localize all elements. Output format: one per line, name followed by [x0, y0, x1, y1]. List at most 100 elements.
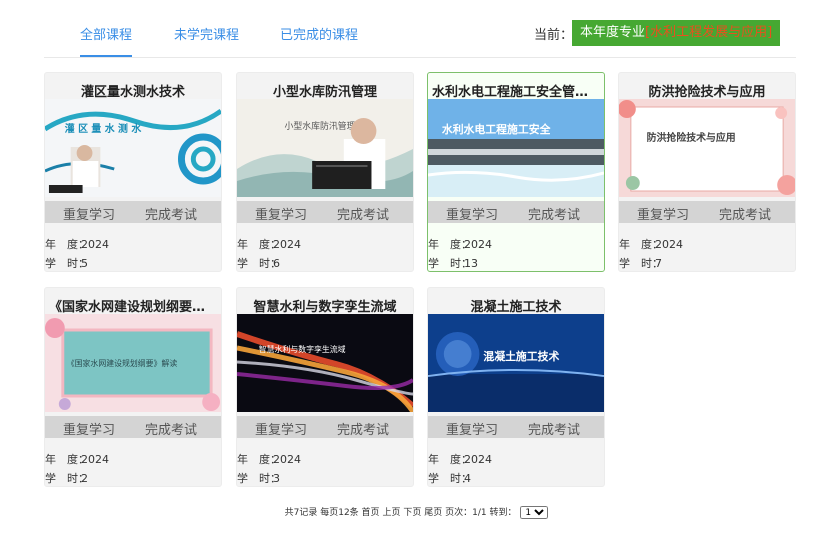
- card-actions: 重复学习 完成考试: [428, 416, 604, 438]
- course-card[interactable]: 智慧水利与数字孪生流域 智慧水利与数字孪生流域 重复学习 完成考试 年 度：20…: [236, 287, 414, 487]
- course-year: 年 度：2024: [45, 451, 109, 467]
- review-button[interactable]: 重复学习: [63, 204, 115, 223]
- course-hours: 学 时：13: [428, 255, 478, 271]
- current-specialty-badge[interactable]: 本年度专业[水利工程发展与应用]: [572, 20, 781, 46]
- card-actions: 重复学习 完成考试: [45, 416, 221, 438]
- course-thumbnail[interactable]: 灌 区 量 水 测 水: [45, 99, 221, 197]
- year-value: 2024: [81, 238, 109, 251]
- card-actions: 重复学习 完成考试: [619, 201, 795, 223]
- course-title: 水利水电工程施工安全管理...: [432, 85, 603, 100]
- hours-value: 5: [81, 257, 88, 270]
- thumbnail-caption: 灌 区 量 水 测 水: [65, 122, 143, 135]
- hours-key: 学 时：: [45, 472, 89, 485]
- course-filter-bar: 全部课程 未学完课程 已完成的课程 当前： 本年度专业[水利工程发展与应用]: [44, 14, 796, 58]
- page-info: 页次：1/1: [445, 508, 487, 518]
- hours-key: 学 时：: [45, 257, 89, 270]
- next-page-link[interactable]: 下页: [403, 508, 421, 518]
- course-hours: 学 时：5: [45, 255, 89, 271]
- first-page-link[interactable]: 首页: [362, 508, 380, 518]
- prev-page-link[interactable]: 上页: [382, 508, 400, 518]
- course-card[interactable]: 小型水库防汛管理 小型水库防汛管理 重复学习 完成考试 年 度：2024 学 时…: [236, 72, 414, 272]
- course-title: 智慧水利与数字孪生流域: [253, 300, 397, 315]
- course-hours: 学 时：6: [237, 255, 281, 271]
- course-card[interactable]: 《国家水网建设规划纲要》... 《国家水网建设规划纲要》解读 重复学习 完成考试…: [44, 287, 222, 487]
- card-actions: 重复学习 完成考试: [237, 201, 413, 223]
- hours-key: 学 时：: [428, 472, 472, 485]
- course-year: 年 度：2024: [619, 236, 683, 252]
- course-year: 年 度：2024: [428, 451, 492, 467]
- card-actions: 重复学习 完成考试: [237, 416, 413, 438]
- current-badge-highlight: [水利工程发展与应用]: [645, 25, 773, 40]
- current-label: 当前：: [534, 28, 574, 43]
- active-tab-indicator: [80, 55, 132, 57]
- course-year: 年 度：2024: [45, 236, 109, 252]
- jump-label: 转到：: [489, 508, 517, 518]
- course-thumbnail[interactable]: 防洪抢险技术与应用: [619, 99, 795, 197]
- course-card[interactable]: 防洪抢险技术与应用 防洪抢险技术与应用 重复学习 完成考试 年 度：2024 学…: [618, 72, 796, 272]
- hours-value: 7: [655, 257, 662, 270]
- card-actions: 重复学习 完成考试: [45, 201, 221, 223]
- year-value: 2024: [464, 238, 492, 251]
- hours-value: 13: [464, 257, 478, 270]
- review-button[interactable]: 重复学习: [446, 204, 498, 223]
- hours-key: 学 时：: [237, 472, 281, 485]
- exam-button[interactable]: 完成考试: [337, 204, 389, 223]
- hours-value: 2: [81, 472, 88, 485]
- hours-value: 6: [273, 257, 280, 270]
- exam-button[interactable]: 完成考试: [528, 204, 580, 223]
- course-title: 防洪抢险技术与应用: [648, 85, 766, 100]
- year-value: 2024: [655, 238, 683, 251]
- course-year: 年 度：2024: [237, 451, 301, 467]
- review-button[interactable]: 重复学习: [446, 419, 498, 438]
- course-thumbnail[interactable]: 水利水电工程施工安全: [428, 99, 604, 197]
- course-thumbnail[interactable]: 智慧水利与数字孪生流域: [237, 314, 413, 412]
- year-key: 年 度：: [428, 238, 472, 251]
- course-year: 年 度：2024: [237, 236, 301, 252]
- hours-key: 学 时：: [428, 257, 472, 270]
- course-title: 小型水库防汛管理: [272, 85, 377, 100]
- course-hours: 学 时：4: [428, 470, 472, 486]
- pagination-summary: 共7记录 每页12条: [284, 508, 359, 518]
- course-thumbnail[interactable]: 《国家水网建设规划纲要》解读: [45, 314, 221, 412]
- year-value: 2024: [464, 453, 492, 466]
- course-card-selected[interactable]: 水利水电工程施工安全管理... 水利水电工程施工安全 重复学习 完成考试 年 度…: [427, 72, 605, 272]
- tab-all-courses[interactable]: 全部课程: [80, 24, 132, 43]
- course-card[interactable]: 灌区量水测水技术 灌 区 量 水 测 水 重复学习 完成考试 年 度：2024 …: [44, 72, 222, 272]
- course-title: 混凝土施工技术: [470, 300, 562, 315]
- tab-completed-courses[interactable]: 已完成的课程: [280, 24, 358, 43]
- exam-button[interactable]: 完成考试: [337, 419, 389, 438]
- course-card[interactable]: 混凝土施工技术 混凝土施工技术 重复学习 完成考试 年 度：2024 学 时：4: [427, 287, 605, 487]
- thumbnail-caption: 智慧水利与数字孪生流域: [259, 344, 346, 354]
- page-jump-select[interactable]: 1: [520, 506, 549, 519]
- year-key: 年 度：: [237, 453, 281, 466]
- course-thumbnail[interactable]: 混凝土施工技术: [428, 314, 604, 412]
- course-thumbnail[interactable]: 小型水库防汛管理: [237, 99, 413, 197]
- thumbnail-caption: 《国家水网建设规划纲要》解读: [67, 358, 178, 368]
- tab-unfinished-courses[interactable]: 未学完课程: [174, 24, 239, 43]
- year-key: 年 度：: [45, 453, 89, 466]
- year-key: 年 度：: [237, 238, 281, 251]
- review-button[interactable]: 重复学习: [63, 419, 115, 438]
- hours-value: 3: [273, 472, 280, 485]
- thumbnail-caption: 小型水库防汛管理: [284, 120, 355, 132]
- current-badge-prefix: 本年度专业: [580, 25, 646, 40]
- year-key: 年 度：: [619, 238, 663, 251]
- hours-key: 学 时：: [619, 257, 663, 270]
- exam-button[interactable]: 完成考试: [528, 419, 580, 438]
- course-title: 灌区量水测水技术: [80, 85, 185, 100]
- review-button[interactable]: 重复学习: [255, 204, 307, 223]
- thumbnail-caption: 防洪抢险技术与应用: [647, 131, 736, 144]
- year-key: 年 度：: [428, 453, 472, 466]
- exam-button[interactable]: 完成考试: [145, 204, 197, 223]
- review-button[interactable]: 重复学习: [255, 419, 307, 438]
- course-year: 年 度：2024: [428, 236, 492, 252]
- thumbnail-caption: 水利水电工程施工安全: [442, 122, 552, 136]
- course-hours: 学 时：3: [237, 470, 281, 486]
- pagination: 共7记录 每页12条 首页 上页 下页 尾页 页次：1/1 转到： 1: [0, 505, 833, 519]
- course-hours: 学 时：7: [619, 255, 663, 271]
- year-key: 年 度：: [45, 238, 89, 251]
- exam-button[interactable]: 完成考试: [145, 419, 197, 438]
- exam-button[interactable]: 完成考试: [719, 204, 771, 223]
- last-page-link[interactable]: 尾页: [424, 508, 442, 518]
- review-button[interactable]: 重复学习: [637, 204, 689, 223]
